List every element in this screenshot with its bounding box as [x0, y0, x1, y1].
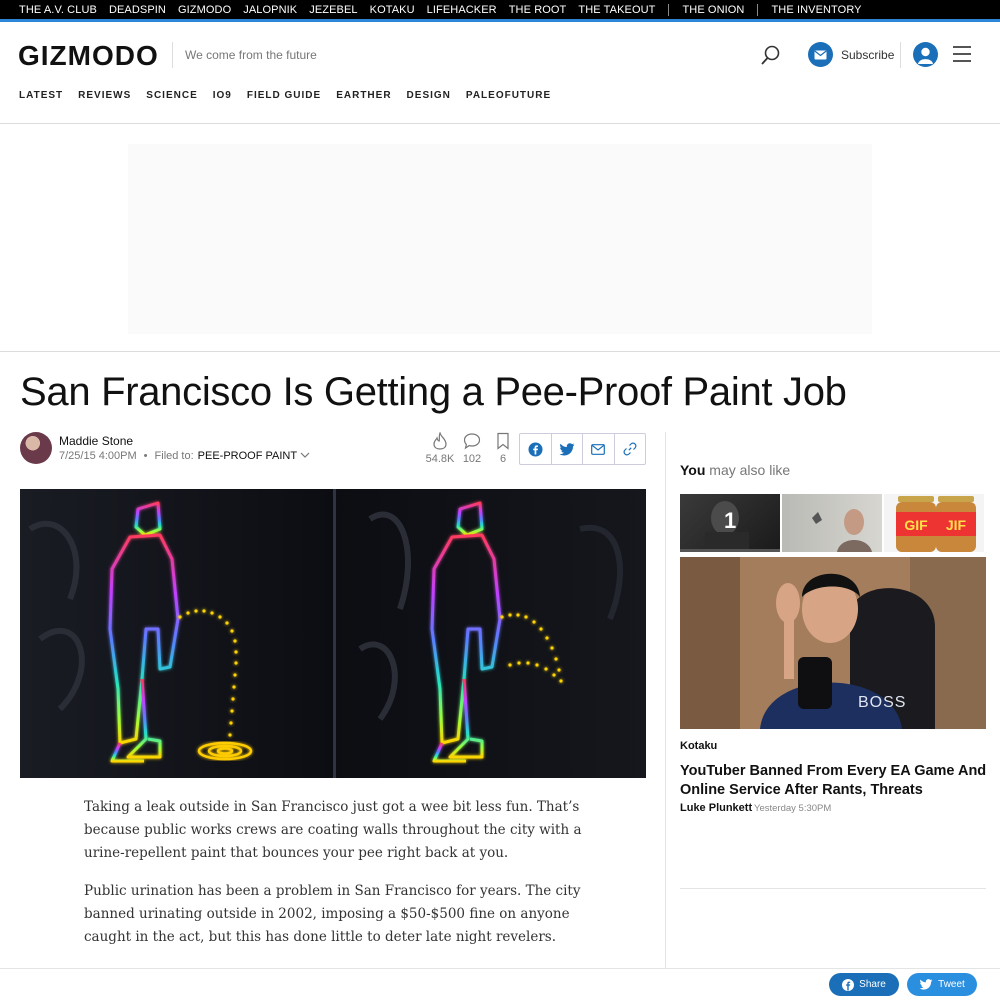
- filed-tag[interactable]: PEE-PROOF PAINT: [198, 450, 297, 462]
- subscribe-label: Subscribe: [841, 47, 895, 62]
- chevron-down-icon[interactable]: [300, 450, 310, 462]
- site-logo[interactable]: GIZMODO: [18, 40, 159, 72]
- network-link-jalopnik[interactable]: JALOPNIK: [243, 4, 297, 16]
- recommendations-title: You may also like: [680, 462, 790, 478]
- author-name[interactable]: Maddie Stone: [59, 434, 133, 448]
- story-title-link[interactable]: YouTuber Banned From Every EA Game And O…: [680, 762, 990, 800]
- tagline-divider: [172, 42, 173, 68]
- facebook-icon: [842, 978, 855, 991]
- footer-share-divider: [0, 968, 1000, 969]
- sidebar-divider-bottom: [680, 888, 986, 889]
- link-icon: [623, 442, 637, 456]
- recommendation-thumb-3[interactable]: GIF JIF: [884, 494, 984, 552]
- comments-stat[interactable]: 102: [455, 432, 489, 465]
- header-divider: [900, 42, 901, 68]
- recommendations-title-bold: You: [680, 462, 706, 478]
- network-link-theinventory[interactable]: THE INVENTORY: [771, 4, 861, 16]
- hero-image[interactable]: [20, 489, 646, 778]
- share-toolbar: [519, 433, 646, 465]
- nav-reviews[interactable]: REVIEWS: [78, 90, 131, 101]
- footer-tweet-button[interactable]: Tweet: [907, 973, 977, 996]
- footer-share-button[interactable]: Share: [829, 973, 899, 996]
- user-avatar-icon[interactable]: [913, 42, 938, 67]
- meta-dot: •: [143, 450, 148, 462]
- nav-field-guide[interactable]: FIELD GUIDE: [247, 90, 321, 101]
- svg-text:JIF: JIF: [946, 517, 967, 533]
- mail-icon: [808, 42, 833, 67]
- ad-slot[interactable]: [128, 144, 872, 334]
- svg-text:GIF: GIF: [904, 517, 928, 533]
- search-icon[interactable]: [760, 44, 782, 66]
- article-headline: San Francisco Is Getting a Pee-Proof Pai…: [20, 370, 847, 414]
- network-link-avclub[interactable]: THE A.V. CLUB: [19, 4, 97, 16]
- network-link-kotaku[interactable]: KOTAKU: [370, 4, 415, 16]
- network-link-deadspin[interactable]: DEADSPIN: [109, 4, 166, 16]
- thumb-number: 1: [724, 508, 737, 533]
- recommendation-thumb-1[interactable]: 1: [680, 494, 780, 552]
- nav-latest[interactable]: LATEST: [19, 90, 63, 101]
- sidebar-divider: [665, 432, 666, 968]
- network-link-gizmodo[interactable]: GIZMODO: [178, 4, 231, 16]
- email-share-button[interactable]: [583, 434, 615, 464]
- section-nav: LATEST REVIEWS SCIENCE IO9 FIELD GUIDE E…: [19, 90, 566, 101]
- article-body: Taking a leak outside in San Francisco j…: [84, 796, 584, 964]
- footer-share-label: Share: [859, 979, 886, 990]
- article-meta: 7/25/15 4:00PM • Filed to: PEE-PROOF PAI…: [59, 450, 310, 462]
- subscribe-button[interactable]: Subscribe: [808, 42, 894, 67]
- nav-science[interactable]: SCIENCE: [146, 90, 197, 101]
- story-author[interactable]: Luke Plunkett: [680, 802, 752, 814]
- network-bar: THE A.V. CLUB DEADSPIN GIZMODO JALOPNIK …: [0, 0, 1000, 19]
- footer-tweet-label: Tweet: [938, 979, 965, 990]
- email-icon: [591, 443, 606, 455]
- views-count: 54.8K: [425, 453, 455, 465]
- network-link-theroot[interactable]: THE ROOT: [509, 4, 567, 16]
- story-timestamp: Yesterday 5:30PM: [754, 803, 832, 814]
- recommendation-feature-image[interactable]: BOSS: [680, 557, 986, 729]
- network-link-theonion[interactable]: THE ONION: [682, 4, 744, 16]
- nav-earther[interactable]: EARTHER: [336, 90, 391, 101]
- twitter-icon: [919, 979, 933, 990]
- copy-link-button[interactable]: [615, 434, 646, 464]
- nav-design[interactable]: DESIGN: [407, 90, 451, 101]
- story-source[interactable]: Kotaku: [680, 740, 717, 752]
- network-link-jezebel[interactable]: JEZEBEL: [309, 4, 357, 16]
- site-tagline: We come from the future: [185, 48, 317, 62]
- bookmark-icon: [497, 432, 509, 450]
- network-link-lifehacker[interactable]: LIFEHACKER: [427, 4, 497, 16]
- site-header: GIZMODO We come from the future Subscrib…: [0, 22, 1000, 124]
- svg-text:BOSS: BOSS: [858, 694, 906, 711]
- twitter-icon: [559, 442, 575, 455]
- comments-count: 102: [462, 453, 482, 465]
- network-divider: [757, 3, 759, 16]
- saves-stat[interactable]: 6: [486, 432, 520, 465]
- facebook-share-button[interactable]: [520, 434, 552, 464]
- twitter-share-button[interactable]: [552, 434, 583, 464]
- author-avatar[interactable]: [20, 432, 52, 464]
- facebook-icon: [528, 442, 543, 456]
- comment-bubble-icon: [463, 433, 481, 450]
- ad-area: [0, 124, 1000, 352]
- recommendation-thumb-2[interactable]: [782, 494, 882, 552]
- saves-count: 6: [499, 453, 507, 465]
- flame-icon: [433, 432, 447, 450]
- nav-io9[interactable]: IO9: [213, 90, 232, 101]
- recommendation-thumbnails: 1 GIF JIF: [680, 494, 986, 552]
- article-paragraph: Public urination has been a problem in S…: [84, 883, 581, 945]
- recommendations-title-rest: may also like: [705, 462, 791, 478]
- article-paragraph: Taking a leak outside in San Francisco j…: [84, 799, 582, 861]
- network-divider: [668, 3, 670, 16]
- views-stat[interactable]: 54.8K: [423, 432, 457, 465]
- hamburger-menu-icon[interactable]: [953, 46, 971, 62]
- nav-paleofuture[interactable]: PALEOFUTURE: [466, 90, 551, 101]
- network-link-thetakeout[interactable]: THE TAKEOUT: [578, 4, 655, 16]
- filed-to-label: Filed to:: [154, 450, 194, 462]
- publish-date: 7/25/15 4:00PM: [59, 450, 137, 462]
